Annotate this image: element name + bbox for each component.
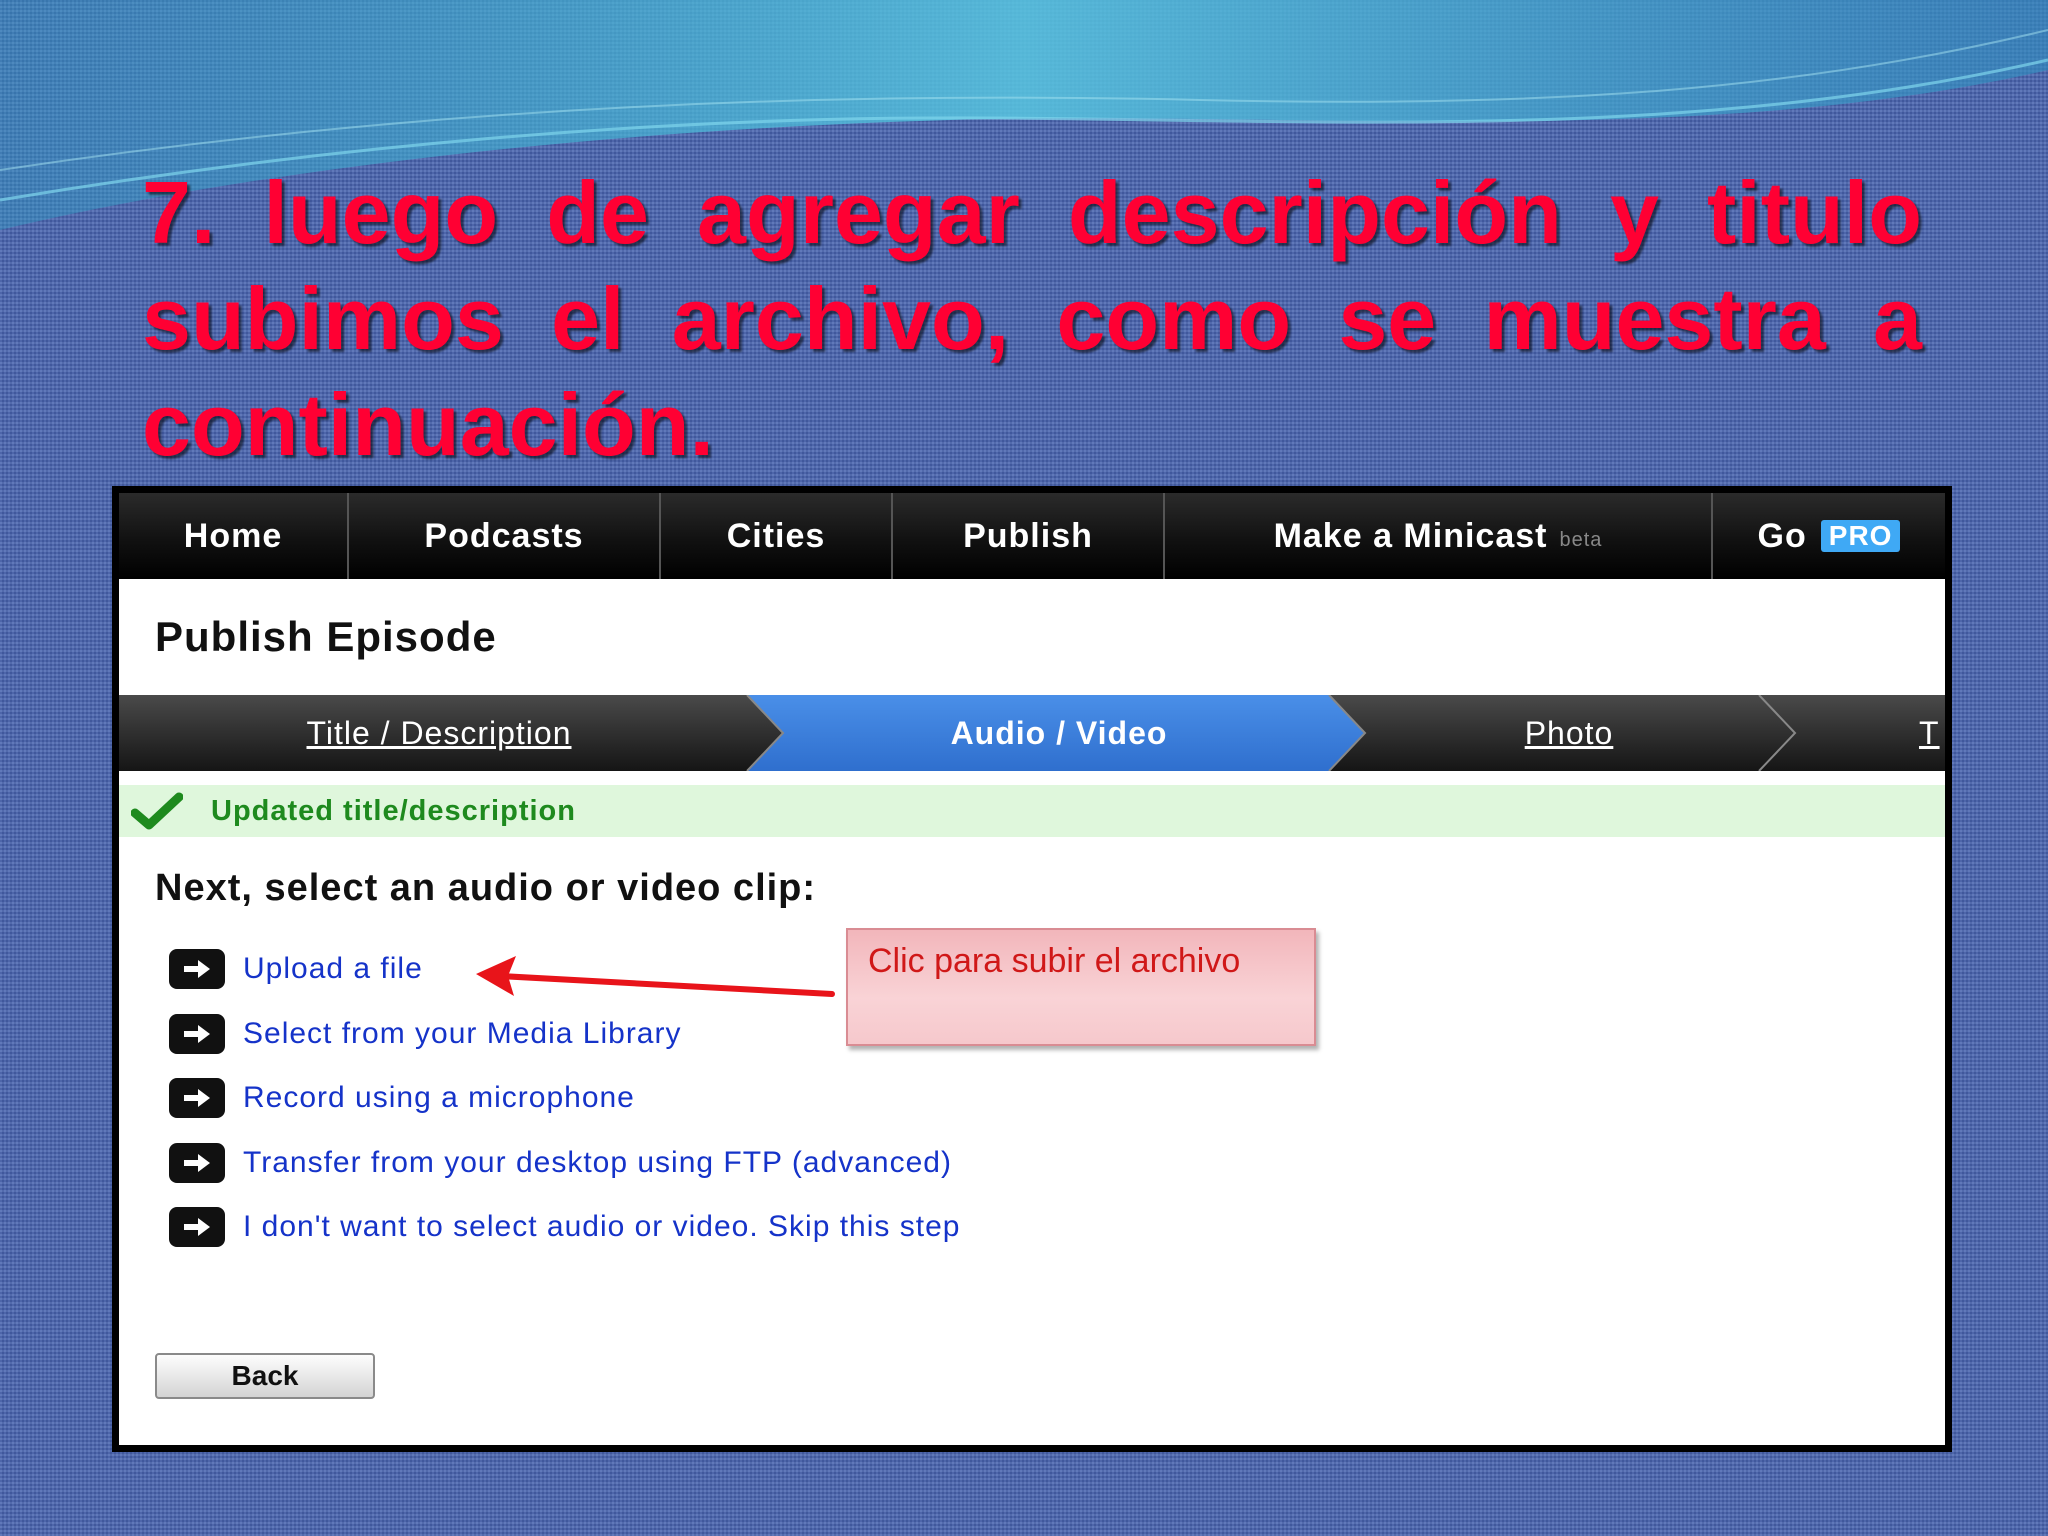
arrow-right-icon bbox=[169, 1142, 225, 1183]
option-media-library[interactable]: Select from your Media Library bbox=[169, 1002, 960, 1067]
arrow-right-icon bbox=[169, 949, 225, 990]
beta-badge: beta bbox=[1559, 528, 1603, 551]
nav-home[interactable]: Home bbox=[119, 493, 349, 579]
option-record-microphone[interactable]: Record using a microphone bbox=[169, 1066, 960, 1131]
checkmark-icon bbox=[131, 792, 183, 830]
nav-cities[interactable]: Cities bbox=[661, 493, 893, 579]
option-label[interactable]: Select from your Media Library bbox=[243, 1017, 682, 1051]
arrow-right-icon bbox=[169, 1078, 225, 1119]
wizard-steps: Title / Description Audio / Video Photo … bbox=[119, 695, 1945, 771]
option-ftp-transfer[interactable]: Transfer from your desktop using FTP (ad… bbox=[169, 1131, 960, 1196]
page-title: Publish Episode bbox=[155, 613, 497, 660]
nav-podcasts[interactable]: Podcasts bbox=[349, 493, 661, 579]
top-nav: Home Podcasts Cities Publish Make a Mini… bbox=[119, 493, 1945, 579]
slide-title: 7. luego de agregar descripción y titulo… bbox=[142, 163, 1922, 474]
arrow-right-icon bbox=[169, 1207, 225, 1248]
option-skip-step[interactable]: I don't want to select audio or video. S… bbox=[169, 1195, 960, 1260]
step-next[interactable]: T bbox=[1919, 695, 1945, 771]
step-audio-video: Audio / Video bbox=[950, 714, 1168, 751]
nav-go-pro[interactable]: Go PRO bbox=[1713, 493, 1945, 579]
option-label[interactable]: Upload a file bbox=[243, 952, 423, 986]
option-label[interactable]: I don't want to select audio or video. S… bbox=[243, 1210, 960, 1244]
nav-minicast-label: Make a Minicast bbox=[1273, 516, 1548, 555]
nav-publish[interactable]: Publish bbox=[893, 493, 1165, 579]
nav-go-label: Go bbox=[1757, 516, 1807, 555]
select-clip-prompt: Next, select an audio or video clip: bbox=[155, 867, 817, 909]
red-arrow-annotation bbox=[476, 956, 835, 997]
status-message: Updated title/description bbox=[211, 794, 576, 827]
back-button[interactable]: Back bbox=[155, 1353, 375, 1399]
arrow-right-icon bbox=[169, 1013, 225, 1054]
status-banner: Updated title/description bbox=[119, 785, 1945, 837]
option-label[interactable]: Transfer from your desktop using FTP (ad… bbox=[243, 1146, 952, 1180]
callout-box: Clic para subir el archivo bbox=[846, 928, 1316, 1046]
pro-badge: PRO bbox=[1820, 520, 1901, 552]
step-title-description[interactable]: Title / Description bbox=[119, 695, 759, 771]
option-label[interactable]: Record using a microphone bbox=[243, 1081, 635, 1115]
nav-make-minicast[interactable]: Make a Minicast beta bbox=[1165, 493, 1713, 579]
step-photo[interactable]: Photo bbox=[1369, 695, 1769, 771]
